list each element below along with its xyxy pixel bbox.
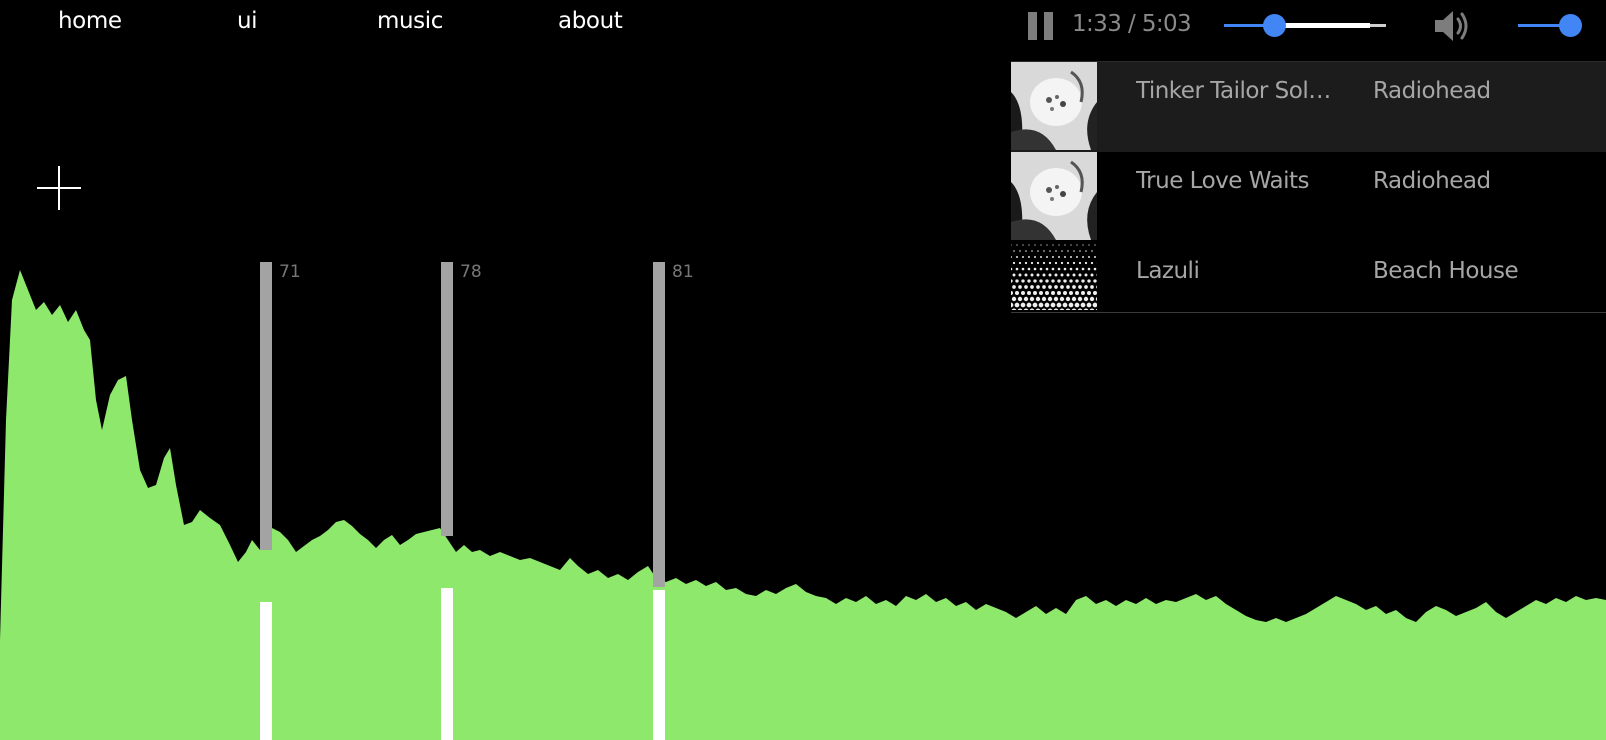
marker-value: 78: [460, 262, 482, 282]
album-art: [1011, 62, 1097, 150]
album-art: [1011, 242, 1097, 310]
seek-slider-thumb[interactable]: [1262, 14, 1286, 37]
volume-slider-thumb[interactable]: [1559, 14, 1582, 37]
seek-slider[interactable]: [1224, 10, 1386, 40]
track-artist: Beach House: [1373, 258, 1519, 284]
speaker-icon[interactable]: [1432, 8, 1472, 44]
pause-icon[interactable]: [1028, 12, 1054, 40]
frequency-marker[interactable]: 81: [653, 262, 694, 740]
track-title: Tinker Tailor Sold...: [1136, 78, 1336, 104]
playlist-track[interactable]: Tinker Tailor Sold... Radiohead: [1011, 62, 1606, 152]
track-title: True Love Waits: [1136, 168, 1309, 194]
nav-about[interactable]: about: [558, 8, 623, 34]
marker-value: 71: [279, 262, 301, 282]
track-artist: Radiohead: [1373, 168, 1491, 194]
playlist: Tinker Tailor Sold... Radiohead True Lov…: [1011, 61, 1606, 313]
marker-value: 81: [672, 262, 694, 282]
volume-slider[interactable]: [1518, 10, 1582, 40]
nav-home[interactable]: home: [58, 8, 122, 34]
nav-music[interactable]: music: [377, 8, 443, 34]
frequency-marker[interactable]: 78: [441, 262, 482, 740]
frequency-marker[interactable]: 71: [260, 262, 301, 740]
track-title: Lazuli: [1136, 258, 1200, 284]
playlist-track[interactable]: True Love Waits Radiohead: [1011, 152, 1606, 242]
playlist-track[interactable]: Lazuli Beach House: [1011, 242, 1606, 312]
player-controls: 1:33 / 5:03: [1000, 0, 1606, 52]
spectrum-area: [0, 270, 1606, 740]
track-artist: Radiohead: [1373, 78, 1491, 104]
plus-icon[interactable]: [37, 166, 81, 210]
nav-ui[interactable]: ui: [237, 8, 258, 34]
album-art: [1011, 152, 1097, 240]
time-display: 1:33 / 5:03: [1072, 11, 1192, 37]
